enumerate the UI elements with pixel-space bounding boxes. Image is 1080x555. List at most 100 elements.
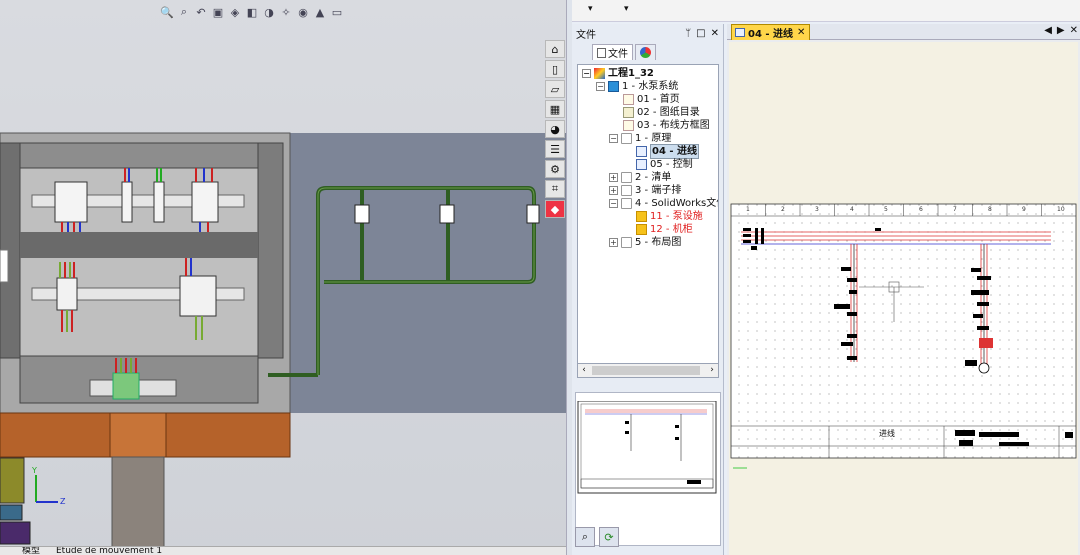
scroll-right-icon[interactable]: ›: [706, 364, 718, 376]
next-tab-icon[interactable]: ▶: [1057, 25, 1065, 36]
schematic-sheet[interactable]: 1 2 3 4 5 6 7 8 9 10 进线: [729, 42, 1078, 555]
folder-icon: [621, 237, 632, 248]
tree-label: 03 - 布线方框图: [637, 120, 710, 131]
view-palette-icon[interactable]: ▦: [545, 100, 565, 118]
document-area: 04 - 进线 ✕ ◀ ▶ ✕ 1 2 3 4 5 6 7 8 9 10 进线: [727, 24, 1080, 555]
tree-label: 2 - 清单: [635, 172, 672, 183]
tab-documents-label: 文件: [608, 49, 628, 60]
custom-properties-icon[interactable]: ☰: [545, 140, 565, 158]
sheet-column-number: 5: [884, 206, 888, 213]
tree-node-book[interactable]: − 1 - 水泵系统: [596, 80, 678, 93]
schematic-icon: [735, 28, 745, 37]
tree-label: 05 - 控制: [650, 159, 693, 170]
tree-label: 1 - 水泵系统: [622, 81, 679, 92]
schematic-icon: [636, 146, 647, 157]
maximize-icon[interactable]: □: [696, 28, 705, 39]
tab-documents[interactable]: 文件: [592, 44, 633, 60]
schematic-icon: [636, 159, 647, 170]
electrical-components-icon[interactable]: ⌗: [545, 180, 565, 198]
electrical-top-toolbar: ▾ ▾: [572, 0, 1080, 22]
previous-tab-icon[interactable]: ◀: [1044, 25, 1052, 36]
tree-horizontal-scrollbar[interactable]: ‹ ›: [577, 364, 719, 378]
collapse-icon[interactable]: −: [609, 199, 618, 208]
sheet-column-number: 1: [746, 206, 750, 213]
tree-folder-layout[interactable]: + 5 - 布局图: [609, 236, 681, 249]
sheet-column-number: 6: [919, 206, 923, 213]
tree-label: 01 - 首页: [637, 94, 680, 105]
project-icon: [594, 68, 605, 79]
folder-icon: [621, 172, 632, 183]
file-panel-header: 文件 ᛘ □ ✕: [572, 24, 723, 42]
tree-folder-reports[interactable]: + 2 - 清单: [609, 171, 671, 184]
expand-icon[interactable]: +: [609, 186, 618, 195]
sheet-column-number: 10: [1057, 206, 1065, 213]
line-diagram-icon: [623, 120, 634, 131]
document-tab-incoming-line[interactable]: 04 - 进线 ✕: [731, 24, 811, 40]
scrollbar-thumb[interactable]: [592, 366, 700, 375]
project-tree[interactable]: − 工程1_32 − 1 - 水泵系统 01 - 首页 02 - 图纸目录 03…: [577, 64, 719, 364]
tree-label: 5 - 布局图: [635, 237, 682, 248]
bottom-tab-bar: 模型 Etude de mouvement 1: [0, 546, 566, 555]
pin-icon[interactable]: ᛘ: [685, 28, 691, 39]
expand-icon[interactable]: +: [609, 173, 618, 182]
task-pane-toolbar: ⌂ ▯ ▱ ▦ ◕ ☰ ⚙ ⌗ ◆: [545, 40, 565, 218]
appearances-icon[interactable]: ◕: [545, 120, 565, 138]
tree-node-cabinet[interactable]: 12 - 机柜: [636, 223, 693, 236]
home-icon[interactable]: ⌂: [545, 40, 565, 58]
tab-motion-study[interactable]: Etude de mouvement 1: [52, 547, 166, 555]
collapse-icon[interactable]: −: [596, 82, 605, 91]
tree-label: 11 - 泵设施: [650, 211, 703, 222]
sheet-column-number: 2: [781, 206, 785, 213]
tree-label: 3 - 端子排: [635, 185, 682, 196]
scroll-left-icon[interactable]: ‹: [578, 364, 590, 376]
electrical-app: ▾ ▾ 文件 ᛘ □ ✕ 文件 − 工程1_32 − 1 - 水泵系统 01 -…: [572, 0, 1080, 555]
expand-icon[interactable]: +: [609, 238, 618, 247]
design-library-icon[interactable]: ▯: [545, 60, 565, 78]
cover-page-icon: [623, 94, 634, 105]
tree-node-project[interactable]: − 工程1_32: [582, 67, 654, 80]
close-icon[interactable]: ✕: [711, 28, 719, 39]
sheet-column-number: 8: [988, 206, 992, 213]
file-panel: 文件 ᛘ □ ✕ 文件 − 工程1_32 − 1 - 水泵系统 01 - 首页 …: [572, 24, 724, 555]
tree-node-control[interactable]: 05 - 控制: [636, 158, 693, 171]
tree-node-drawing-list[interactable]: 02 - 图纸目录: [623, 106, 700, 119]
tree-label: 工程1_32: [608, 68, 654, 79]
tree-label: 12 - 机柜: [650, 224, 693, 235]
refresh-icon[interactable]: ⟳: [599, 527, 619, 547]
book-icon: [608, 81, 619, 92]
folder-icon: [621, 185, 632, 196]
electrical-tools-icon[interactable]: ⚙: [545, 160, 565, 178]
title-block-title: 进线: [879, 429, 895, 438]
tree-label: 02 - 图纸目录: [637, 107, 700, 118]
folder-icon: [621, 198, 632, 209]
collapse-icon[interactable]: −: [609, 134, 618, 143]
close-tab-icon[interactable]: ✕: [797, 27, 805, 38]
tree-node-cover-page[interactable]: 01 - 首页: [623, 93, 680, 106]
sheet-column-number: 9: [1022, 206, 1026, 213]
triad-y-label: Y: [32, 466, 37, 475]
cabinet-3d-model: [0, 132, 566, 550]
solidworks-3d-viewport[interactable]: 🔍 ⌕ ↶ ▣ ◈ ◧ ◑ ✧ ◉ ▲ ▭ Y Z ⌂ ▯ ▱ ▦ ◕ ☰ ⚙ …: [0, 0, 566, 555]
assembly-icon: [636, 224, 647, 235]
tree-folder-solidworks-files[interactable]: − 4 - SolidWorks文件: [609, 197, 718, 210]
close-document-icon[interactable]: ✕: [1070, 25, 1078, 36]
zoom-preview-icon[interactable]: ⌕: [575, 527, 595, 547]
sheet-column-number: 4: [850, 206, 854, 213]
tree-node-pump-facility[interactable]: 11 - 泵设施: [636, 210, 703, 223]
components-icon: [640, 47, 651, 58]
tree-node-line-diagram[interactable]: 03 - 布线方框图: [623, 119, 710, 132]
collapse-icon[interactable]: −: [582, 69, 591, 78]
tree-folder-terminal-strips[interactable]: + 3 - 端子排: [609, 184, 681, 197]
solidworks-electrical-icon[interactable]: ◆: [545, 200, 565, 218]
document-nav: ◀ ▶ ✕: [1044, 25, 1078, 36]
tab-components[interactable]: [635, 44, 656, 60]
file-explorer-icon[interactable]: ▱: [545, 80, 565, 98]
sheet-column-number: 7: [953, 206, 957, 213]
tab-model[interactable]: 模型: [18, 547, 44, 555]
tree-node-incoming-line[interactable]: 04 - 进线: [636, 144, 700, 159]
file-panel-title: 文件: [576, 29, 596, 41]
toolbar-dropdown-icon[interactable]: ▾: [588, 4, 593, 14]
preview-buttons: ⌕ ⟳: [575, 527, 619, 547]
toolbar-dropdown-icon[interactable]: ▾: [624, 4, 629, 14]
document-icon: [597, 47, 606, 58]
